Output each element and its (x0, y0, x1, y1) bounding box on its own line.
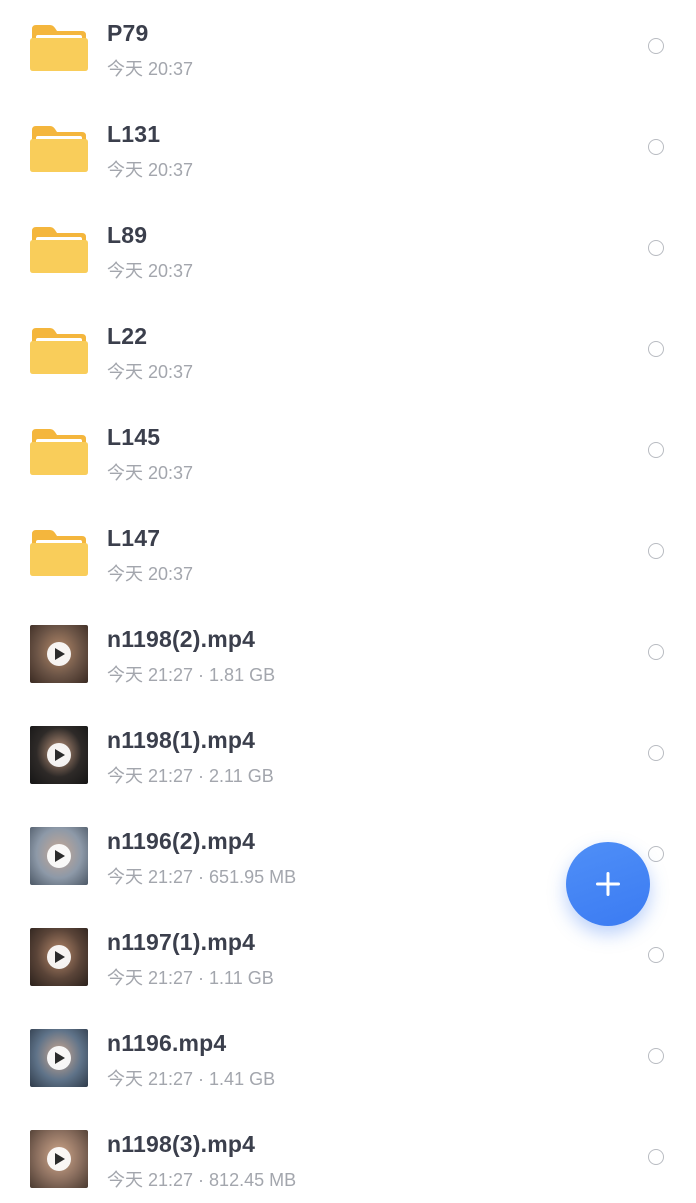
folder-row[interactable]: P79 今天 20:37 (0, 0, 696, 92)
file-date: 今天 21:27 (107, 1069, 194, 1089)
meta-separator: · (198, 665, 205, 685)
file-date: 今天 20:37 (107, 463, 194, 483)
file-date: 今天 21:27 (107, 867, 194, 887)
select-radio[interactable] (648, 139, 664, 155)
video-thumbnail (30, 1029, 88, 1087)
meta-separator: · (198, 1069, 205, 1089)
select-radio[interactable] (648, 846, 664, 862)
folder-icon (30, 322, 88, 380)
select-radio[interactable] (648, 1048, 664, 1064)
file-date: 今天 20:37 (107, 59, 194, 79)
file-meta: 今天 20:37 (107, 560, 193, 586)
file-meta: 今天 20:37 (107, 459, 193, 485)
file-date: 今天 20:37 (107, 564, 194, 584)
play-icon (47, 945, 71, 969)
file-size: 1.41 GB (209, 1069, 276, 1089)
video-thumbnail (30, 625, 88, 683)
file-name: n1197(1).mp4 (107, 929, 256, 955)
select-radio[interactable] (648, 240, 664, 256)
file-name: P79 (107, 20, 149, 46)
file-name: L22 (107, 323, 148, 349)
folder-icon (30, 423, 88, 481)
file-date: 今天 21:27 (107, 968, 194, 988)
file-size: 1.81 GB (209, 665, 276, 685)
select-radio[interactable] (648, 1149, 664, 1165)
file-date: 今天 20:37 (107, 362, 194, 382)
file-meta: 今天 21:27 · 1.11 GB (107, 964, 274, 990)
video-row[interactable]: n1198(1).mp4 今天 21:27 · 2.11 GB (0, 698, 696, 799)
file-meta: 今天 21:27 · 1.41 GB (107, 1065, 275, 1091)
add-button[interactable] (566, 842, 650, 926)
folder-icon (30, 19, 88, 77)
meta-separator: · (198, 968, 205, 988)
play-icon (47, 642, 71, 666)
folder-row[interactable]: L131 今天 20:37 (0, 92, 696, 193)
folder-icon (30, 221, 88, 279)
meta-separator: · (198, 1170, 205, 1190)
file-name: n1196.mp4 (107, 1030, 227, 1056)
file-name: L131 (107, 121, 161, 147)
folder-icon (30, 120, 88, 178)
meta-separator: · (198, 867, 205, 887)
select-radio[interactable] (648, 341, 664, 357)
play-icon (47, 844, 71, 868)
video-row[interactable]: n1198(2).mp4 今天 21:27 · 1.81 GB (0, 597, 696, 698)
file-meta: 今天 20:37 (107, 257, 193, 283)
video-row[interactable]: n1198(3).mp4 今天 21:27 · 812.45 MB (0, 1102, 696, 1203)
play-icon (47, 1046, 71, 1070)
select-radio[interactable] (648, 543, 664, 559)
file-size: 1.11 GB (209, 968, 274, 988)
folder-row[interactable]: L147 今天 20:37 (0, 496, 696, 597)
file-date: 今天 21:27 (107, 766, 194, 786)
folder-row[interactable]: L145 今天 20:37 (0, 395, 696, 496)
file-meta: 今天 21:27 · 651.95 MB (107, 863, 296, 889)
file-meta: 今天 21:27 · 1.81 GB (107, 661, 275, 687)
select-radio[interactable] (648, 442, 664, 458)
video-row[interactable]: n1196.mp4 今天 21:27 · 1.41 GB (0, 1001, 696, 1102)
file-name: n1196(2).mp4 (107, 828, 256, 854)
select-radio[interactable] (648, 644, 664, 660)
folder-icon (30, 524, 88, 582)
file-name: L145 (107, 424, 161, 450)
file-size: 812.45 MB (209, 1170, 297, 1190)
folder-row[interactable]: L22 今天 20:37 (0, 294, 696, 395)
file-date: 今天 21:27 (107, 665, 194, 685)
meta-separator: · (198, 766, 205, 786)
select-radio[interactable] (648, 38, 664, 54)
file-size: 2.11 GB (209, 766, 274, 786)
file-name: L147 (107, 525, 161, 551)
file-name: L89 (107, 222, 148, 248)
play-icon (47, 1147, 71, 1171)
file-meta: 今天 20:37 (107, 156, 193, 182)
folder-row[interactable]: L89 今天 20:37 (0, 193, 696, 294)
file-list: P79 今天 20:37 L131 今天 20:37 L89 今天 20:37 L22… (0, 0, 696, 1203)
file-name: n1198(1).mp4 (107, 727, 256, 753)
file-date: 今天 20:37 (107, 160, 194, 180)
video-thumbnail (30, 726, 88, 784)
plus-icon (596, 872, 620, 896)
video-thumbnail (30, 827, 88, 885)
file-name: n1198(2).mp4 (107, 626, 256, 652)
file-meta: 今天 20:37 (107, 55, 193, 81)
video-thumbnail (30, 1130, 88, 1188)
select-radio[interactable] (648, 947, 664, 963)
play-icon (47, 743, 71, 767)
file-meta: 今天 21:27 · 812.45 MB (107, 1166, 296, 1192)
file-date: 今天 21:27 (107, 1170, 194, 1190)
file-meta: 今天 21:27 · 2.11 GB (107, 762, 274, 788)
file-date: 今天 20:37 (107, 261, 194, 281)
file-name: n1198(3).mp4 (107, 1131, 256, 1157)
file-size: 651.95 MB (209, 867, 297, 887)
video-thumbnail (30, 928, 88, 986)
file-meta: 今天 20:37 (107, 358, 193, 384)
select-radio[interactable] (648, 745, 664, 761)
